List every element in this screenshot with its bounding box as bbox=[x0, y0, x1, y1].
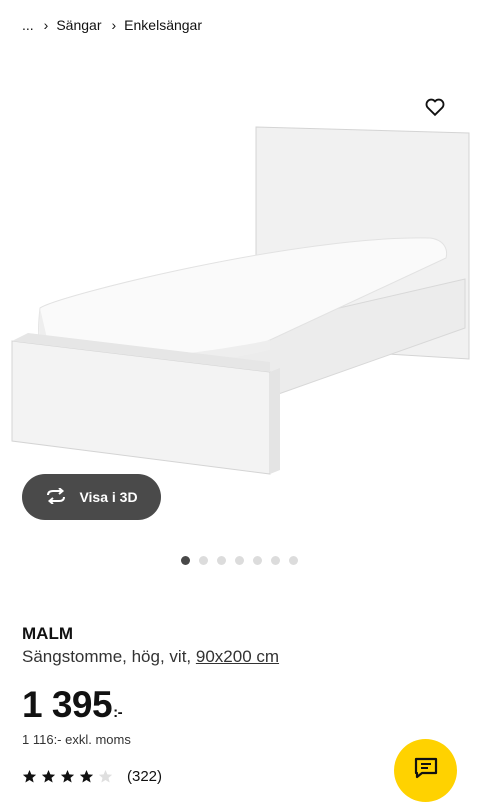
star-icon bbox=[79, 769, 94, 783]
heart-outline-icon[interactable] bbox=[424, 96, 446, 118]
product-description-text: Sängstomme, hög, vit, bbox=[22, 647, 192, 666]
chevron-right-icon: › bbox=[111, 17, 117, 33]
gallery-dot[interactable] bbox=[181, 556, 190, 565]
product-rating[interactable]: (322) bbox=[22, 768, 162, 785]
star-icon bbox=[22, 769, 37, 783]
gallery-dot[interactable] bbox=[289, 556, 298, 565]
gallery-dot[interactable] bbox=[253, 556, 262, 565]
breadcrumb-ellipsis[interactable]: ... bbox=[22, 17, 34, 33]
review-count: (322) bbox=[127, 768, 163, 785]
price-excl-vat: 1 116:- exkl. moms bbox=[22, 732, 131, 747]
product-image bbox=[11, 126, 470, 475]
star-icon bbox=[41, 769, 56, 783]
size-link[interactable]: 90x200 cm bbox=[196, 647, 279, 666]
product-description: Sängstomme, hög, vit, 90x200 cm bbox=[22, 647, 279, 667]
gallery-dot[interactable] bbox=[199, 556, 208, 565]
gallery-pagination bbox=[181, 556, 298, 565]
chevron-right-icon: › bbox=[43, 17, 49, 33]
product-price: 1 395:- bbox=[22, 684, 123, 726]
gallery-dot[interactable] bbox=[271, 556, 280, 565]
view-3d-button[interactable]: Visa i 3D bbox=[22, 474, 161, 520]
star-empty-icon bbox=[98, 769, 113, 783]
breadcrumb: ... › Sängar › Enkelsängar bbox=[22, 14, 202, 36]
view-3d-label: Visa i 3D bbox=[79, 489, 138, 505]
breadcrumb-sangar[interactable]: Sängar bbox=[56, 17, 101, 33]
price-suffix: :- bbox=[113, 704, 123, 721]
gallery-dot[interactable] bbox=[235, 556, 244, 565]
star-icon bbox=[60, 769, 75, 783]
price-value: 1 395 bbox=[22, 684, 113, 725]
breadcrumb-enkelsangar[interactable]: Enkelsängar bbox=[124, 17, 202, 33]
chat-button[interactable] bbox=[394, 739, 457, 802]
rotate-arrows-icon bbox=[45, 486, 67, 507]
chat-bubble-icon bbox=[413, 756, 439, 785]
product-name: MALM bbox=[22, 624, 73, 643]
gallery-dot[interactable] bbox=[217, 556, 226, 565]
